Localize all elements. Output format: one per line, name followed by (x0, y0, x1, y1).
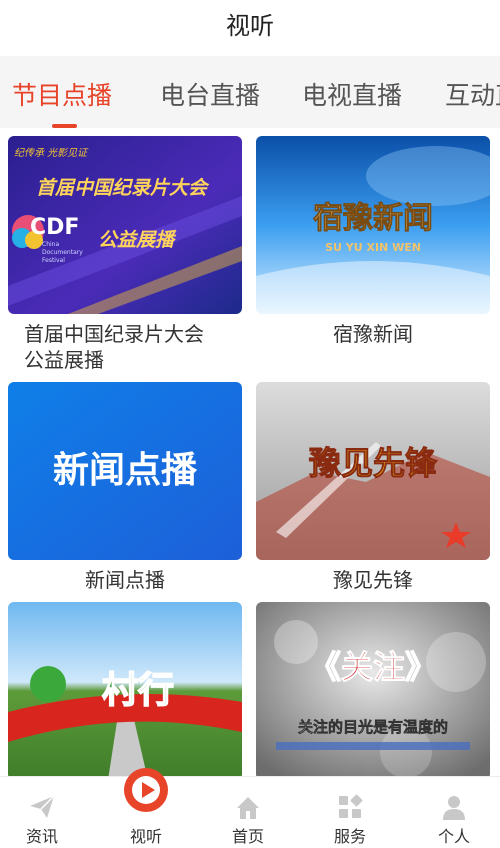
thumb-sub: 关注的目光是有温度的 (298, 718, 448, 736)
nav-label: 个人 (437, 827, 470, 846)
tab-radio-live[interactable]: 电台直播 (160, 76, 260, 112)
program-title[interactable]: 宿豫新闻 (256, 321, 490, 347)
thumb-logo-sub: Festival (42, 257, 65, 264)
category-tabs: 节目点播 电台直播 电视直播 互动直 (0, 56, 500, 128)
program-card[interactable]: 村行 (8, 602, 242, 776)
program-thumbnail[interactable]: 新闻点播 (8, 382, 242, 560)
program-card[interactable]: 豫见先锋 豫见先锋 (256, 382, 490, 593)
tab-interactive-live[interactable]: 互动直 (445, 76, 500, 112)
app-header: 视听 (0, 0, 500, 50)
thumb-logo-sub: Documentary (42, 249, 83, 256)
nav-item-media[interactable]: 视听 (96, 768, 196, 848)
tab-tv-live[interactable]: 电视直播 (302, 76, 402, 112)
thumb-sub: SU YU XIN WEN (325, 241, 421, 254)
program-card[interactable]: 宿豫新闻 SU YU XIN WEN 宿豫新闻 (256, 136, 490, 347)
program-thumbnail[interactable]: 宿豫新闻 SU YU XIN WEN (256, 136, 490, 314)
thumb-headline: 新闻点播 (53, 450, 198, 491)
tab-program-vod[interactable]: 节目点播 (12, 76, 112, 112)
thumb-slogan: 纪传承 光影见证 (14, 147, 89, 159)
nav-item-profile[interactable]: 个人 (404, 777, 500, 848)
nav-item-services[interactable]: 服务 (300, 777, 400, 848)
nav-label: 资讯 (25, 827, 58, 846)
program-thumbnail[interactable]: 纪传承 光影见证 首届中国纪录片大会 CDF China Documentary… (8, 136, 242, 314)
bottom-nav: 资讯 视听 首页 服务 个人 (0, 768, 500, 848)
thumb-logo: CDF (30, 215, 79, 240)
home-icon (237, 797, 259, 819)
program-thumbnail[interactable]: 村行 (8, 602, 242, 776)
program-title[interactable]: 首届中国纪录片大会公益展播 (8, 321, 242, 373)
thumb-sub: 公益展播 (98, 229, 177, 251)
person-icon (443, 796, 465, 820)
nav-label: 首页 (231, 827, 264, 846)
thumb-headline: 宿豫新闻 (313, 201, 433, 236)
nav-item-news[interactable]: 资讯 (0, 777, 92, 848)
grid-icon (339, 794, 363, 818)
nav-item-home[interactable]: 首页 (198, 777, 298, 848)
program-card[interactable]: 纪传承 光影见证 首届中国纪录片大会 CDF China Documentary… (8, 136, 242, 373)
thumb-headline: 《关注》 (309, 648, 437, 686)
program-thumbnail[interactable]: 《关注》 关注的目光是有温度的 (256, 602, 490, 776)
program-title[interactable]: 新闻点播 (8, 567, 242, 593)
play-circle-icon (124, 768, 168, 812)
program-grid: 纪传承 光影见证 首届中国纪录片大会 CDF China Documentary… (0, 128, 500, 776)
paper-plane-icon (30, 795, 55, 818)
program-title[interactable]: 豫见先锋 (256, 567, 490, 593)
nav-label: 服务 (333, 827, 366, 846)
thumb-headline: 村行 (102, 670, 174, 711)
thumb-headline: 首届中国纪录片大会 (36, 177, 210, 199)
program-thumbnail[interactable]: 豫见先锋 (256, 382, 490, 560)
program-card[interactable]: 《关注》 关注的目光是有温度的 (256, 602, 490, 776)
thumb-logo-sub: China (42, 241, 59, 248)
page-title: 视听 (226, 12, 274, 40)
nav-label: 视听 (129, 827, 162, 846)
thumb-headline: 豫见先锋 (309, 444, 438, 482)
program-card[interactable]: 新闻点播 新闻点播 (8, 382, 242, 593)
